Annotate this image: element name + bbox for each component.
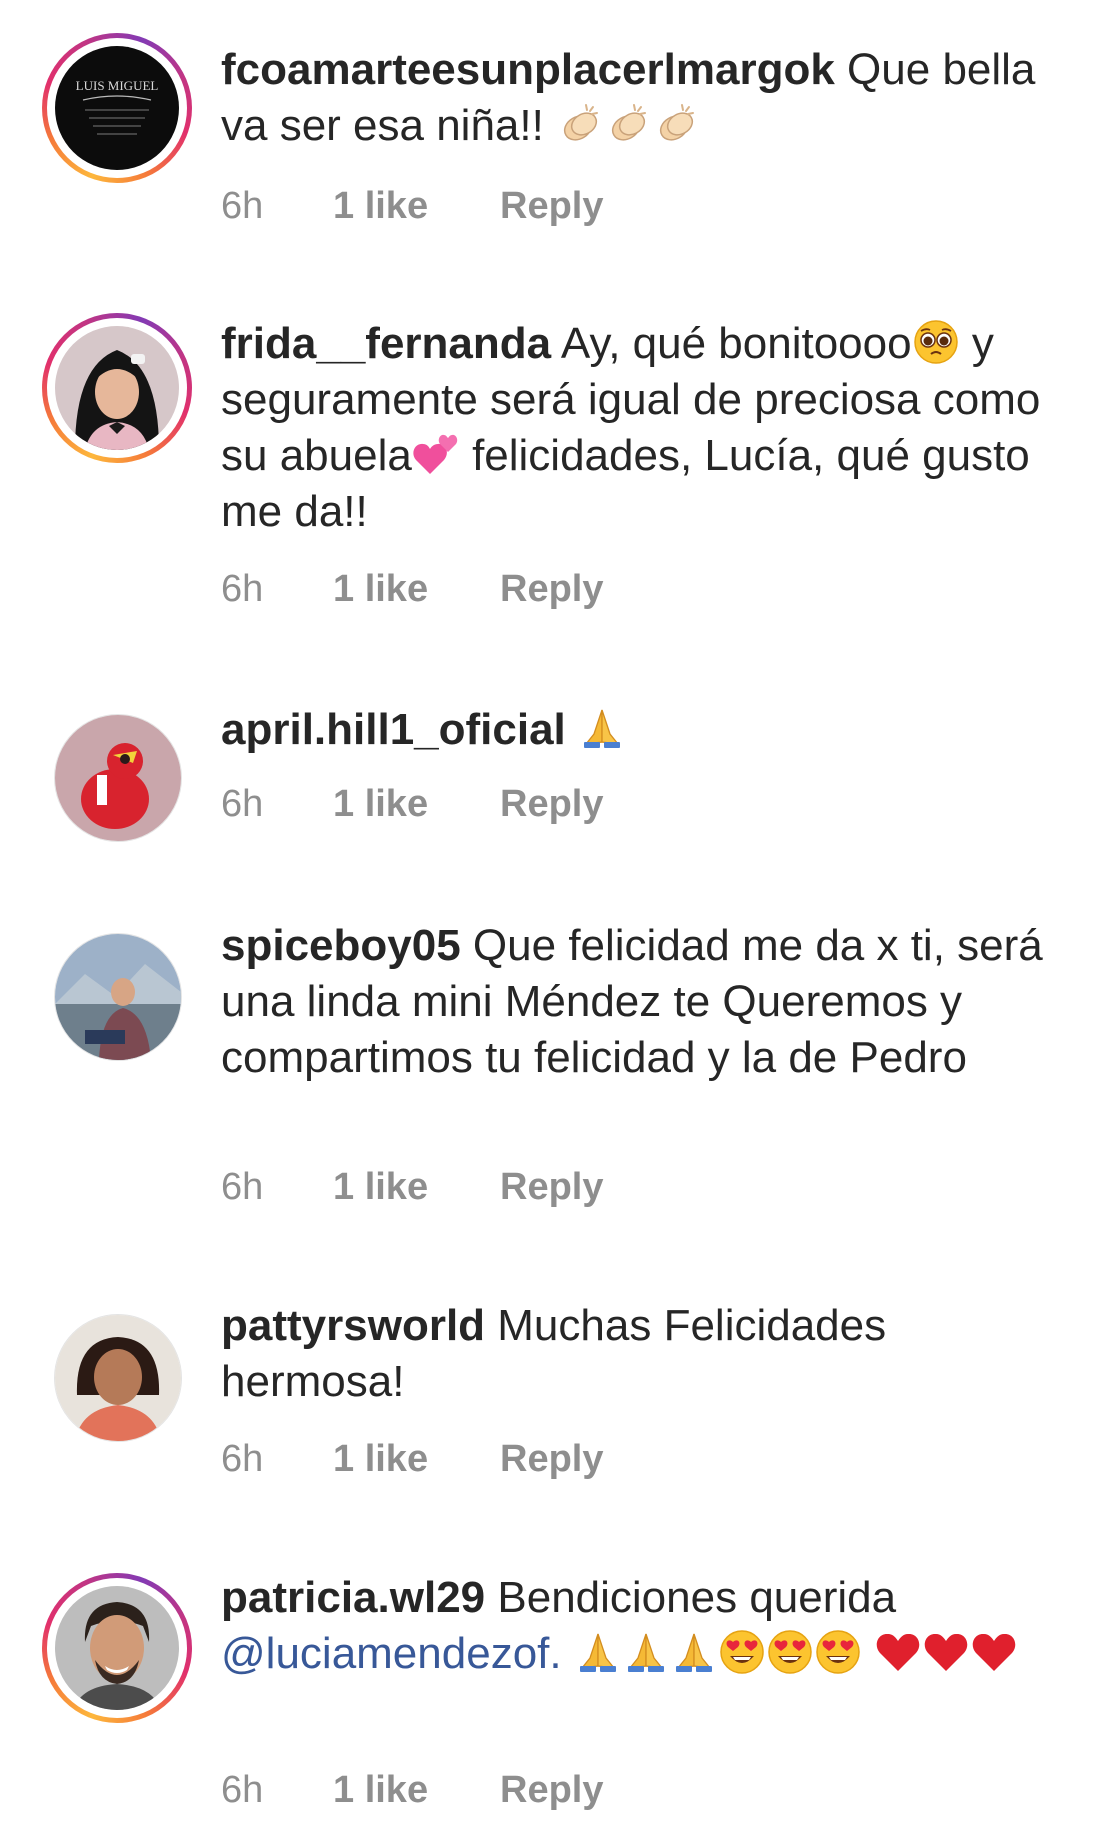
comment-text: frida__fernanda Ay, qué bonitoooo y segu… xyxy=(221,316,1071,540)
comment-text: patricia.wl29 Bendiciones querida @lucia… xyxy=(221,1570,1071,1682)
like-count-button[interactable]: 1 like xyxy=(333,568,500,611)
comment-username[interactable]: frida__fernanda xyxy=(221,319,551,368)
comment-time: 6h xyxy=(221,568,264,610)
comment-meta: 6h 1 like Reply xyxy=(221,568,603,611)
clapping-hands-icon xyxy=(556,100,604,148)
like-count-button[interactable]: 1 like xyxy=(333,1166,500,1209)
comment-meta: 6h 1 like Reply xyxy=(221,1769,603,1812)
red-heart-icon xyxy=(970,1628,1018,1676)
clapping-hands-icon xyxy=(604,100,652,148)
avatar-story-ring[interactable]: LUIS MIGUEL xyxy=(42,33,192,183)
comment-time: 6h xyxy=(221,1438,264,1480)
comment-text: april.hill1_oficial xyxy=(221,702,1071,758)
avatar[interactable] xyxy=(55,326,179,450)
comment-username[interactable]: patricia.wl29 xyxy=(221,1573,485,1622)
like-count-button[interactable]: 1 like xyxy=(333,1769,500,1812)
avatar-story-ring[interactable] xyxy=(42,313,192,463)
reply-button[interactable]: Reply xyxy=(500,1769,603,1812)
avatar-story-ring[interactable] xyxy=(42,1573,192,1723)
clapping-hands-icon xyxy=(652,100,700,148)
avatar[interactable] xyxy=(54,1314,182,1442)
folded-hands-icon xyxy=(574,1628,622,1676)
comment-meta: 6h 1 like Reply xyxy=(221,185,603,228)
mention-link[interactable]: @luciamendezof. xyxy=(221,1629,562,1678)
comment-meta: 6h 1 like Reply xyxy=(221,1438,603,1481)
folded-hands-icon xyxy=(670,1628,718,1676)
reply-button[interactable]: Reply xyxy=(500,1438,603,1481)
comment-body: Bendiciones querida xyxy=(497,1573,897,1622)
heart-eyes-icon xyxy=(766,1628,814,1676)
comment-text: pattyrsworld Muchas Felicidades hermosa! xyxy=(221,1298,1071,1410)
comment-text: fcoamarteesunplacerlmargok Que bella va … xyxy=(221,42,1071,154)
like-count-button[interactable]: 1 like xyxy=(333,783,500,826)
comment-time: 6h xyxy=(221,185,264,227)
comment-time: 6h xyxy=(221,1769,264,1811)
comment-time: 6h xyxy=(221,1166,264,1208)
comment-time: 6h xyxy=(221,783,264,825)
like-count-button[interactable]: 1 like xyxy=(333,1438,500,1481)
avatar[interactable]: LUIS MIGUEL xyxy=(55,46,179,170)
heart-eyes-icon xyxy=(718,1628,766,1676)
reply-button[interactable]: Reply xyxy=(500,568,603,611)
reply-button[interactable]: Reply xyxy=(500,185,603,228)
avatar-frame[interactable] xyxy=(42,702,192,852)
two-hearts-icon xyxy=(412,430,460,478)
reply-button[interactable]: Reply xyxy=(500,1166,603,1209)
avatar[interactable] xyxy=(54,714,182,842)
pleading-face-icon xyxy=(912,318,960,366)
avatar[interactable] xyxy=(54,933,182,1061)
comment-text: spiceboy05 Que felicidad me da x ti, ser… xyxy=(221,918,1061,1086)
svg-text:LUIS MIGUEL: LUIS MIGUEL xyxy=(76,78,159,93)
avatar-frame[interactable] xyxy=(42,921,192,1071)
comment-username[interactable]: fcoamarteesunplacerlmargok xyxy=(221,45,835,94)
avatar[interactable] xyxy=(55,1586,179,1710)
comment-meta: 6h 1 like Reply xyxy=(221,1166,603,1209)
reply-button[interactable]: Reply xyxy=(500,783,603,826)
folded-hands-icon xyxy=(578,704,626,752)
comment-username[interactable]: april.hill1_oficial xyxy=(221,705,566,754)
comment-body: Ay, qué bonitoooo xyxy=(560,319,912,368)
heart-eyes-icon xyxy=(814,1628,862,1676)
red-heart-icon xyxy=(922,1628,970,1676)
folded-hands-icon xyxy=(622,1628,670,1676)
comment-username[interactable]: spiceboy05 xyxy=(221,921,461,970)
red-heart-icon xyxy=(874,1628,922,1676)
avatar-frame[interactable] xyxy=(42,1302,192,1452)
comment-meta: 6h 1 like Reply xyxy=(221,783,603,826)
comment-username[interactable]: pattyrsworld xyxy=(221,1301,485,1350)
like-count-button[interactable]: 1 like xyxy=(333,185,500,228)
